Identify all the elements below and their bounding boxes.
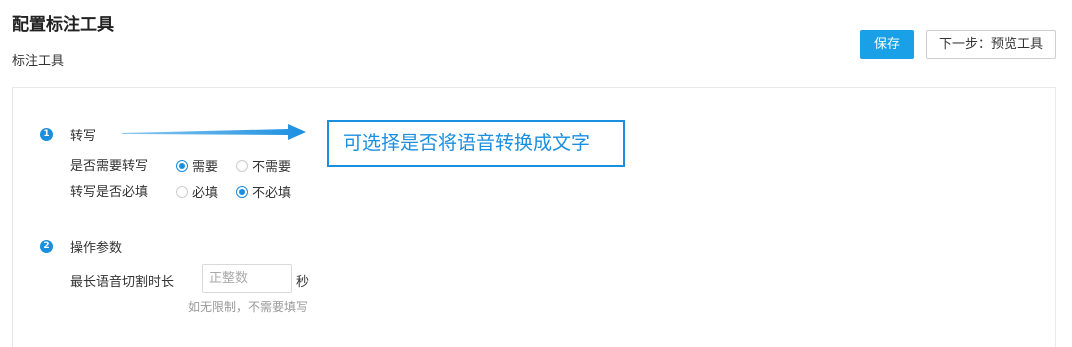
seconds-unit: 秒	[296, 275, 310, 290]
annotation-callout: 可选择是否将语音转换成文字	[327, 120, 625, 167]
section-title-operation-params: 操作参数	[70, 241, 123, 256]
radio-dot-icon	[176, 159, 188, 172]
section-title-transcription: 转写	[70, 129, 97, 144]
max-split-duration-label: 最长语音切割时长	[70, 275, 175, 290]
next-preview-button[interactable]: 下一步：预览工具	[926, 30, 1056, 59]
page-subtitle: 标注工具	[12, 54, 65, 69]
need-transcription-label: 是否需要转写	[70, 159, 149, 174]
radio-not-required[interactable]: 不必填	[236, 182, 291, 201]
radio-dot-icon	[236, 159, 248, 172]
max-split-duration-input[interactable]	[202, 264, 292, 293]
radio-required[interactable]: 必填	[176, 182, 218, 201]
page-title: 配置标注工具	[12, 15, 114, 35]
transcription-required-label: 转写是否必填	[70, 185, 149, 200]
radio-dot-icon	[176, 185, 188, 198]
radio-required-label: 必填	[192, 186, 219, 201]
step-number-2: 2	[40, 240, 53, 253]
save-button[interactable]: 保存	[860, 30, 914, 59]
radio-need-label: 需要	[192, 160, 219, 175]
radio-not-required-label: 不必填	[252, 186, 292, 201]
duration-hint: 如无限制，不需要填写	[188, 300, 309, 314]
radio-dot-icon	[236, 185, 248, 198]
annotation-arrow-icon	[122, 124, 306, 140]
radio-no-need[interactable]: 不需要	[236, 156, 291, 175]
step-number-1: 1	[40, 128, 53, 141]
radio-no-need-label: 不需要	[252, 160, 292, 175]
radio-need[interactable]: 需要	[176, 156, 218, 175]
